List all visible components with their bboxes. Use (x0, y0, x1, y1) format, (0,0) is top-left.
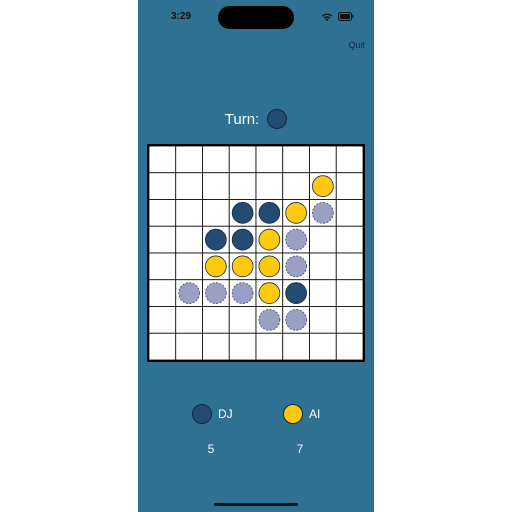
valid-move-marker[interactable] (205, 282, 227, 304)
board-cell-7-1[interactable] (175, 332, 203, 360)
board-cell-6-3[interactable] (228, 306, 257, 334)
turn-piece-icon (267, 109, 288, 129)
score-dj: 5 (207, 442, 215, 456)
board-cell-1-0[interactable] (149, 172, 177, 200)
dark-piece (205, 228, 227, 251)
yellow-piece (205, 255, 227, 278)
board-cell-6-2[interactable] (202, 306, 230, 334)
board-cell-4-1[interactable] (175, 252, 203, 281)
board-cell-2-0[interactable] (149, 199, 177, 227)
dark-piece (285, 282, 307, 304)
status-time: 3:29 (171, 11, 192, 22)
board-cell-7-3[interactable] (228, 332, 257, 360)
valid-move-marker[interactable] (285, 255, 307, 278)
board-cell-3-1[interactable] (175, 225, 203, 254)
yellow-piece (285, 202, 307, 224)
player-ai: AI (283, 404, 320, 424)
board-cell-6-0[interactable] (149, 306, 177, 334)
status-bar: 3:29 (138, 0, 374, 36)
board-cell-7-0[interactable] (149, 332, 177, 360)
valid-move-marker[interactable] (285, 228, 307, 251)
board-cell-1-7[interactable] (335, 172, 363, 200)
board-cell-7-7[interactable] (335, 332, 363, 360)
board-cell-7-2[interactable] (202, 332, 230, 360)
board-cell-1-5[interactable] (282, 172, 310, 200)
dark-piece-icon (192, 404, 212, 424)
board-cell-4-6[interactable] (309, 252, 337, 281)
board-cell-3-6[interactable] (309, 225, 337, 254)
dark-piece (231, 202, 254, 224)
board-cell-7-4[interactable] (255, 332, 284, 360)
board-cell-0-2[interactable] (202, 146, 230, 174)
yellow-piece (258, 228, 281, 251)
board-grid (149, 146, 363, 360)
player-name: DJ (218, 407, 233, 421)
yellow-piece (258, 255, 281, 278)
board-cell-3-7[interactable] (335, 225, 363, 254)
board-cell-0-4[interactable] (255, 146, 284, 174)
dynamic-island (218, 6, 294, 29)
board-cell-6-1[interactable] (175, 306, 203, 334)
board-cell-4-0[interactable] (149, 252, 177, 281)
valid-move-marker[interactable] (312, 202, 334, 224)
board-cell-3-0[interactable] (149, 225, 177, 254)
dark-piece (258, 202, 281, 224)
board-cell-5-7[interactable] (335, 279, 363, 307)
board-cell-1-4[interactable] (255, 172, 284, 200)
board-cell-7-5[interactable] (282, 332, 310, 360)
valid-move-marker[interactable] (285, 309, 307, 331)
board-cell-7-6[interactable] (309, 332, 337, 360)
board-cell-5-6[interactable] (309, 279, 337, 307)
yellow-piece (258, 282, 281, 304)
valid-move-marker[interactable] (178, 282, 200, 304)
board-cell-0-0[interactable] (149, 146, 177, 174)
yellow-piece (312, 175, 334, 197)
battery-icon (338, 12, 354, 21)
board-cell-2-1[interactable] (175, 199, 203, 227)
board-cell-2-2[interactable] (202, 199, 230, 227)
quit-button[interactable]: Quit (348, 40, 365, 50)
yellow-piece-icon (283, 404, 303, 424)
board-cell-0-1[interactable] (175, 146, 203, 174)
board-cell-0-3[interactable] (228, 146, 257, 174)
board-cell-0-6[interactable] (309, 146, 337, 174)
board-cell-5-0[interactable] (149, 279, 177, 307)
game-board (147, 144, 365, 362)
board-cell-6-7[interactable] (335, 306, 363, 334)
board-cell-1-1[interactable] (175, 172, 203, 200)
dark-piece (231, 228, 254, 251)
home-indicator (214, 503, 298, 506)
player-name: AI (309, 407, 321, 421)
board-cell-1-2[interactable] (202, 172, 230, 200)
valid-move-marker[interactable] (258, 309, 281, 331)
board-cell-2-7[interactable] (335, 199, 363, 227)
score-ai: 7 (296, 442, 304, 456)
board-cell-1-3[interactable] (228, 172, 257, 200)
board-cell-0-7[interactable] (335, 146, 363, 174)
players-row: DJ AI (138, 404, 374, 428)
yellow-piece (231, 255, 254, 278)
board-cell-4-7[interactable] (335, 252, 363, 281)
app-screen: 3:29 Quit Turn: DJ AI 5 7 (138, 0, 374, 512)
turn-label: Turn: (224, 110, 260, 128)
valid-move-marker[interactable] (231, 282, 254, 304)
player-dj: DJ (192, 404, 233, 424)
board-cell-0-5[interactable] (282, 146, 310, 174)
wifi-icon (321, 13, 333, 22)
board-cell-6-6[interactable] (309, 306, 337, 334)
turn-indicator: Turn: (138, 107, 374, 131)
